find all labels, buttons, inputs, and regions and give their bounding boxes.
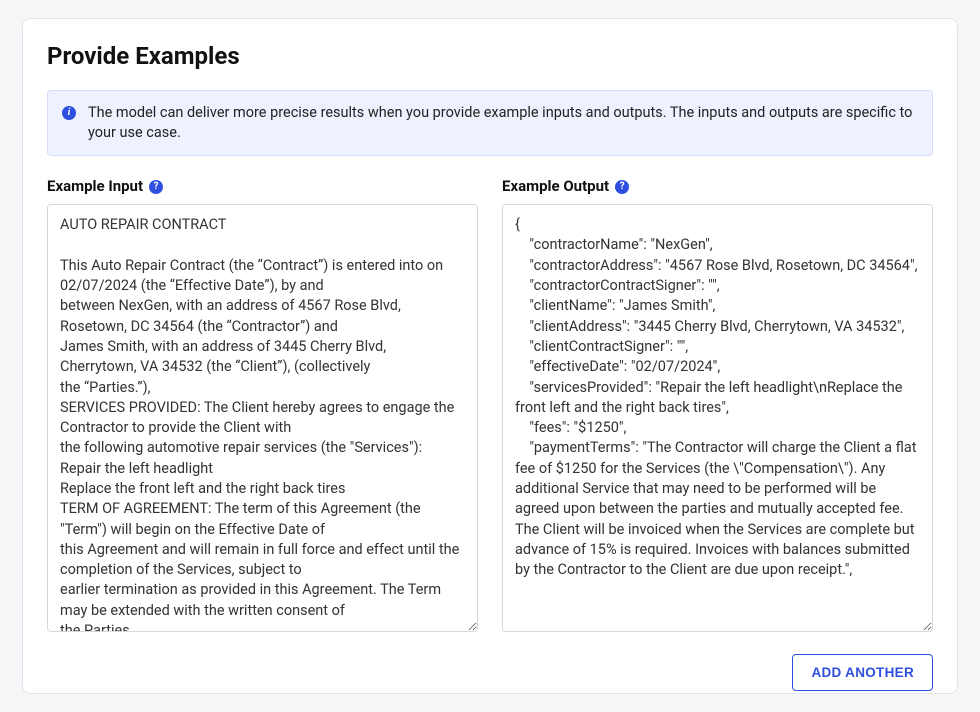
actions-row: ADD ANOTHER xyxy=(47,654,933,691)
help-icon[interactable]: ? xyxy=(149,180,163,194)
example-input-column: Example Input ? xyxy=(47,176,478,638)
example-input-wrap xyxy=(47,204,478,638)
info-banner: i The model can deliver more precise res… xyxy=(47,90,933,157)
example-output-label: Example Output ? xyxy=(502,176,933,198)
help-icon[interactable]: ? xyxy=(615,180,629,194)
example-output-wrap xyxy=(502,204,933,638)
example-output-textarea[interactable] xyxy=(502,204,933,632)
example-input-textarea[interactable] xyxy=(47,204,478,632)
page-title: Provide Examples xyxy=(47,39,933,74)
info-icon: i xyxy=(62,106,76,120)
add-another-button[interactable]: ADD ANOTHER xyxy=(792,654,933,691)
example-output-column: Example Output ? xyxy=(502,176,933,638)
example-input-label-text: Example Input xyxy=(47,176,143,198)
info-banner-text: The model can deliver more precise resul… xyxy=(88,103,918,144)
provide-examples-card: Provide Examples i The model can deliver… xyxy=(22,18,958,694)
example-input-label: Example Input ? xyxy=(47,176,478,198)
examples-row: Example Input ? Example Output ? xyxy=(47,176,933,638)
example-output-label-text: Example Output xyxy=(502,176,609,198)
stage: Provide Examples i The model can deliver… xyxy=(0,0,980,712)
